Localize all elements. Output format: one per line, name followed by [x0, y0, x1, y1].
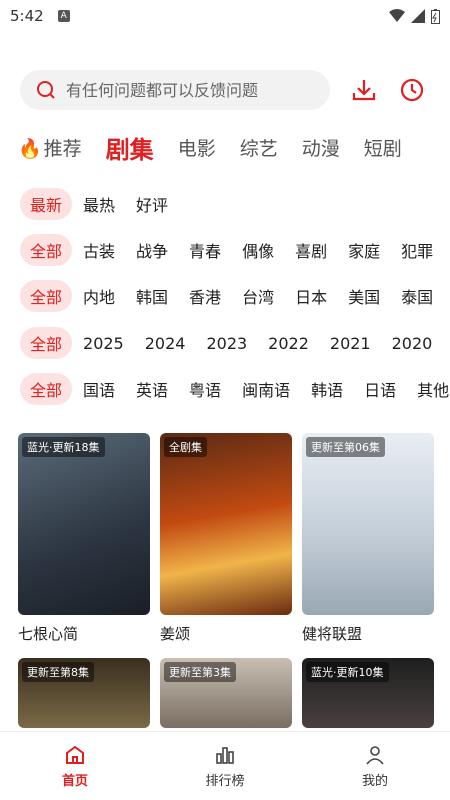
home-icon — [66, 745, 84, 764]
bottom-nav: 首页 排行榜 我的 — [0, 731, 450, 800]
poster-image: 全剧集 — [160, 433, 292, 615]
tab-variety[interactable]: 综艺 — [240, 134, 278, 161]
filter-chip[interactable]: 台湾 — [242, 284, 274, 308]
filter-chip[interactable]: 犯罪 — [401, 238, 433, 262]
download-button[interactable] — [350, 76, 378, 104]
signal-icon — [411, 9, 425, 23]
status-badge: 蓝光·更新18集 — [22, 437, 105, 457]
card-title: 健将联盟 — [302, 625, 363, 643]
filter-chip[interactable]: 闽南语 — [242, 377, 290, 401]
content-card[interactable]: 蓝光·更新18集 七根心简 — [18, 433, 150, 644]
poster-image: 更新至第06集 — [302, 433, 434, 615]
content-card[interactable]: 蓝光·更新10集 — [302, 658, 434, 728]
tab-series[interactable]: 剧集 — [106, 130, 154, 165]
filter-chip[interactable]: 2024 — [145, 334, 186, 353]
status-badge: 全剧集 — [164, 437, 207, 457]
poster-image: 蓝光·更新18集 — [18, 433, 150, 615]
content-card[interactable]: 全剧集 姜颂 — [160, 433, 292, 644]
status-badge: 更新至第06集 — [306, 437, 385, 457]
filter-chip[interactable]: 国语 — [83, 377, 115, 401]
chart-icon — [216, 746, 234, 764]
filter-chip[interactable]: 粤语 — [189, 377, 221, 401]
history-button[interactable] — [398, 76, 426, 104]
filter-chip[interactable]: 日语 — [364, 377, 396, 401]
region-filter-row: 全部 内地 韩国 香港 台湾 日本 美国 泰国 — [20, 280, 450, 312]
battery-icon — [431, 8, 440, 24]
wifi-icon — [389, 9, 405, 22]
tab-recommend[interactable]: 🔥 推荐 — [18, 134, 82, 161]
filter-chip[interactable]: 2021 — [330, 334, 371, 353]
filter-chip[interactable]: 喜剧 — [295, 238, 327, 262]
filter-chip-selected[interactable]: 全部 — [20, 327, 73, 359]
search-box[interactable] — [20, 70, 330, 110]
flame-icon: 🔥 — [18, 138, 42, 160]
nav-label: 首页 — [61, 773, 88, 789]
category-tabs: 🔥 推荐 剧集 电影 综艺 动漫 短剧 — [18, 130, 450, 165]
filter-chip[interactable]: 英语 — [136, 377, 168, 401]
poster-image: 蓝光·更新10集 — [302, 658, 434, 728]
clock-icon — [400, 78, 424, 102]
filter-chip-selected[interactable]: 全部 — [20, 373, 73, 405]
sort-filter-row: 最新 最热 好评 — [20, 188, 450, 220]
genre-filter-row: 全部 古装 战争 青春 偶像 喜剧 家庭 犯罪 — [20, 234, 450, 266]
filter-chip[interactable]: 好评 — [136, 192, 168, 216]
nav-label: 我的 — [361, 773, 388, 789]
filter-chip[interactable]: 古装 — [83, 238, 115, 262]
filter-chip-selected[interactable]: 全部 — [20, 234, 73, 266]
status-bar: 5:42 A — [0, 0, 450, 32]
filter-chip-selected[interactable]: 全部 — [20, 280, 73, 312]
filter-chip-selected[interactable]: 最新 — [20, 188, 73, 220]
content-card[interactable]: 更新至第06集 健将联盟 — [302, 433, 434, 644]
filter-chip[interactable]: 泰国 — [401, 284, 433, 308]
content-card[interactable]: 更新至第3集 — [160, 658, 292, 728]
notification-a-icon: A — [57, 10, 70, 22]
filter-chip[interactable]: 2025 — [83, 334, 124, 353]
search-icon — [37, 81, 55, 99]
filter-chip[interactable]: 青春 — [189, 238, 221, 262]
nav-label: 排行榜 — [205, 773, 245, 789]
filter-chip[interactable]: 最热 — [83, 192, 115, 216]
filter-chip[interactable]: 香港 — [189, 284, 221, 308]
filter-chip[interactable]: 内地 — [83, 284, 115, 308]
user-icon — [366, 745, 384, 765]
filter-chip[interactable]: 韩国 — [136, 284, 168, 308]
filter-chip[interactable]: 战争 — [136, 238, 168, 262]
card-title: 姜颂 — [160, 625, 191, 643]
language-filter-row: 全部 国语 英语 粤语 闽南语 韩语 日语 其他 — [20, 373, 450, 405]
nav-ranking[interactable]: 排行榜 — [150, 732, 300, 800]
filter-chip[interactable]: 2023 — [206, 334, 247, 353]
tab-movies[interactable]: 电影 — [178, 134, 216, 161]
search-input[interactable] — [64, 79, 318, 101]
filter-chip[interactable]: 其他 — [417, 377, 449, 401]
year-filter-row: 全部 2025 2024 2023 2022 2021 2020 — [20, 327, 450, 359]
nav-profile[interactable]: 我的 — [300, 732, 450, 800]
tab-anime[interactable]: 动漫 — [302, 134, 340, 161]
content-card[interactable]: 更新至第8集 — [18, 658, 150, 728]
filter-chip[interactable]: 韩语 — [311, 377, 343, 401]
content-grid: 蓝光·更新18集 七根心简 全剧集 姜颂 更新至第06集 健将联盟 更新至第8集… — [18, 433, 450, 742]
status-badge: 蓝光·更新10集 — [306, 662, 389, 682]
download-icon — [352, 80, 376, 101]
card-title: 七根心简 — [18, 625, 79, 643]
filter-chip[interactable]: 家庭 — [348, 238, 380, 262]
search-row — [20, 70, 436, 110]
poster-image: 更新至第3集 — [160, 658, 292, 728]
poster-image: 更新至第8集 — [18, 658, 150, 728]
status-time: 5:42 — [10, 7, 44, 25]
filter-chip[interactable]: 2020 — [392, 334, 433, 353]
tab-short[interactable]: 短剧 — [364, 134, 402, 161]
filter-chip[interactable]: 偶像 — [242, 238, 274, 262]
filter-chip[interactable]: 美国 — [348, 284, 380, 308]
nav-home[interactable]: 首页 — [0, 732, 150, 800]
status-badge: 更新至第3集 — [164, 662, 236, 682]
status-badge: 更新至第8集 — [22, 662, 94, 682]
filter-chip[interactable]: 2022 — [268, 334, 309, 353]
filter-chip[interactable]: 日本 — [295, 284, 327, 308]
